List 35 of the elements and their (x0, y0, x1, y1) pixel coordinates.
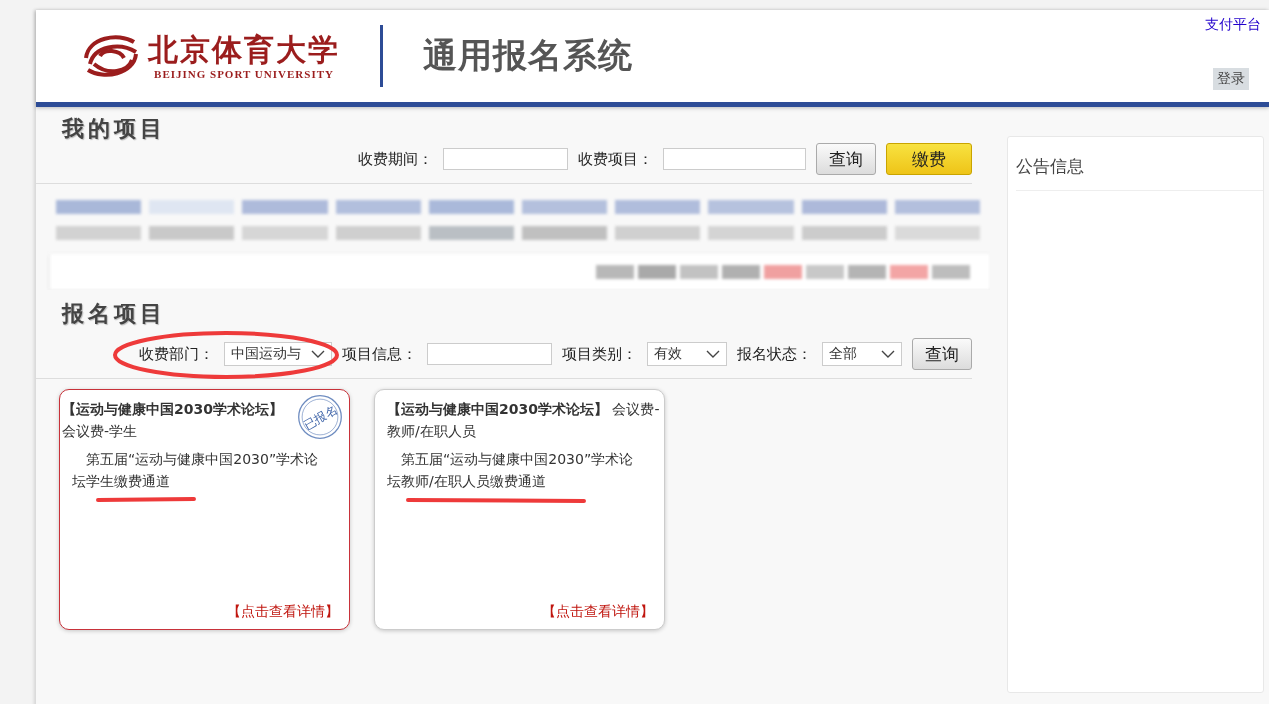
filter-label: 收费期间： (358, 149, 433, 169)
panel-title: 公告信息 (1016, 155, 1263, 191)
card-title: 【运动与健康中国2030学术论坛】 会议费-教师/在职人员 (386, 400, 660, 441)
chevron-icon (311, 350, 325, 358)
project-card[interactable]: 【运动与健康中国2030学术论坛】 会议费-教师/在职人员 第五届“运动与健康中国2030”学术论坛教师/在职人员缴费通道 【点击查看详情】 (374, 389, 665, 630)
registered-stamp: 已报名 (297, 394, 343, 440)
filter-select[interactable]: 有效 (647, 342, 727, 366)
logo-subtext: BEIJING SPORT UNIVERSITY (154, 67, 334, 80)
section-title: 报名项目 (62, 299, 167, 328)
filter-label: 收费部门： (139, 344, 214, 364)
payment-platform-link[interactable]: 支付平台 (1205, 16, 1261, 34)
details-link[interactable]: 【点击查看详情】 (227, 603, 339, 621)
chevron-icon (881, 350, 895, 358)
filter-input[interactable] (443, 148, 568, 170)
filter-label: 报名状态： (737, 344, 812, 364)
login-button[interactable]: 登录 (1213, 68, 1249, 90)
chevron-icon (706, 350, 720, 358)
filter-label: 项目类别： (562, 344, 637, 364)
card-title: 【运动与健康中国2030学术论坛】 会议费-学生 (61, 400, 284, 441)
query-button[interactable]: 查询 (816, 143, 876, 175)
section-title: 我的项目 (62, 114, 167, 143)
filter-select[interactable]: 全部 (822, 342, 902, 366)
card-description: 第五届“运动与健康中国2030”学术论坛教师/在职人员缴费通道 (387, 450, 635, 491)
project-card[interactable]: 【运动与健康中国2030学术论坛】 会议费-学生 第五届“运动与健康中国2030”学术论坛学生缴费通道 已报名 【点击查看详情】 (59, 389, 350, 630)
pay-button[interactable]: 缴费 (886, 143, 972, 175)
filter-label: 收费项目： (578, 149, 653, 169)
card-description: 第五届“运动与健康中国2030”学术论坛学生缴费通道 (72, 450, 320, 491)
filter-label: 项目信息： (342, 344, 417, 364)
filter-select[interactable]: 中国运动与 (224, 342, 332, 366)
logo-text: 北京体育大学 (148, 32, 340, 66)
query-button[interactable]: 查询 (912, 338, 972, 370)
filter-input[interactable] (427, 343, 552, 365)
details-link[interactable]: 【点击查看详情】 (542, 603, 654, 621)
filter-input[interactable] (663, 148, 806, 170)
system-title: 通用报名系统 (423, 34, 633, 77)
